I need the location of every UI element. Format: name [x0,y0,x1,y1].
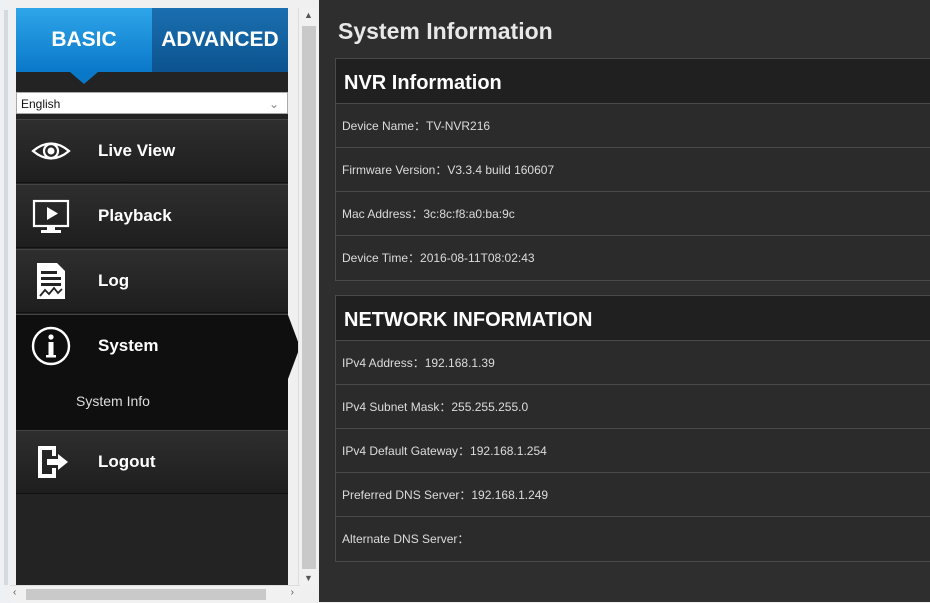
tab-advanced[interactable]: ADVANCED [152,8,288,72]
main-content: System Information NVR Information Devic… [319,0,930,602]
info-row: Device Name：TV-NVR216 [336,104,930,148]
network-info-panel: NETWORK INFORMATION IPv4 Address：192.168… [335,295,930,562]
info-row: Preferred DNS Server：192.168.1.249 [336,473,930,517]
tab-advanced-label: ADVANCED [161,28,279,51]
eye-icon [31,142,71,160]
nvr-info-panel: NVR Information Device Name：TV-NVR216 Fi… [335,58,930,281]
mode-tabs: BASIC ADVANCED [16,8,288,84]
info-row: Firmware Version：V3.3.4 build 160607 [336,148,930,192]
window-edge [0,0,10,602]
sidebar-item-system[interactable]: System [16,314,300,379]
info-row: Mac Address：3c:8c:f8:a0:ba:9c [336,192,930,236]
sidebar-item-label: Playback [98,206,172,225]
log-icon [37,263,65,299]
page-title: System Information [338,18,553,44]
info-row: IPv4 Address：192.168.1.39 [336,341,930,385]
tab-basic[interactable]: BASIC [16,8,152,84]
info-row: IPv4 Subnet Mask：255.255.255.0 [336,385,930,429]
sidebar-subitem-system-info[interactable]: System Info [16,376,288,430]
info-icon [31,326,71,366]
sidebar-item-label: Live View [98,141,176,160]
logout-icon [38,446,68,478]
scroll-right-icon[interactable]: › [291,587,294,598]
sidebar-subitem-label: System Info [76,393,150,409]
panel-heading: NVR Information [336,59,930,104]
tab-basic-label: BASIC [51,28,117,51]
sidebar-item-label: System [98,336,159,355]
active-tab-indicator [70,72,98,84]
sidebar-item-log[interactable]: Log [16,249,288,313]
sidebar-item-playback[interactable]: Playback [16,184,288,248]
scroll-up-icon[interactable]: ▲ [304,10,313,20]
sidebar-item-live-view[interactable]: Live View [16,119,288,183]
scroll-left-icon[interactable]: ‹ [13,587,16,598]
sidebar-item-logout[interactable]: Logout [16,430,288,494]
scrollbar-thumb[interactable] [302,26,316,569]
info-row: Alternate DNS Server： [342,532,470,546]
sidebar-item-label: Log [98,271,130,290]
chevron-down-icon: ⌄ [268,97,279,111]
scrollbar-thumb[interactable] [26,589,266,600]
info-row: IPv4 Default Gateway：192.168.1.254 [336,429,930,473]
language-value: English [21,97,61,111]
vertical-scrollbar[interactable]: ▲ ▼ [298,8,319,585]
panel-heading: NETWORK INFORMATION [336,296,930,341]
info-row: Device Time：2016-08-11T08:02:43 [342,251,535,265]
horizontal-scrollbar[interactable]: ‹ › [10,585,300,603]
scroll-down-icon[interactable]: ▼ [304,573,313,583]
playback-icon [32,199,70,233]
sidebar-item-label: Logout [98,452,156,471]
sidebar: BASIC ADVANCED English ⌄ Live View Playb… [16,8,300,585]
language-select[interactable]: English ⌄ [16,92,288,114]
